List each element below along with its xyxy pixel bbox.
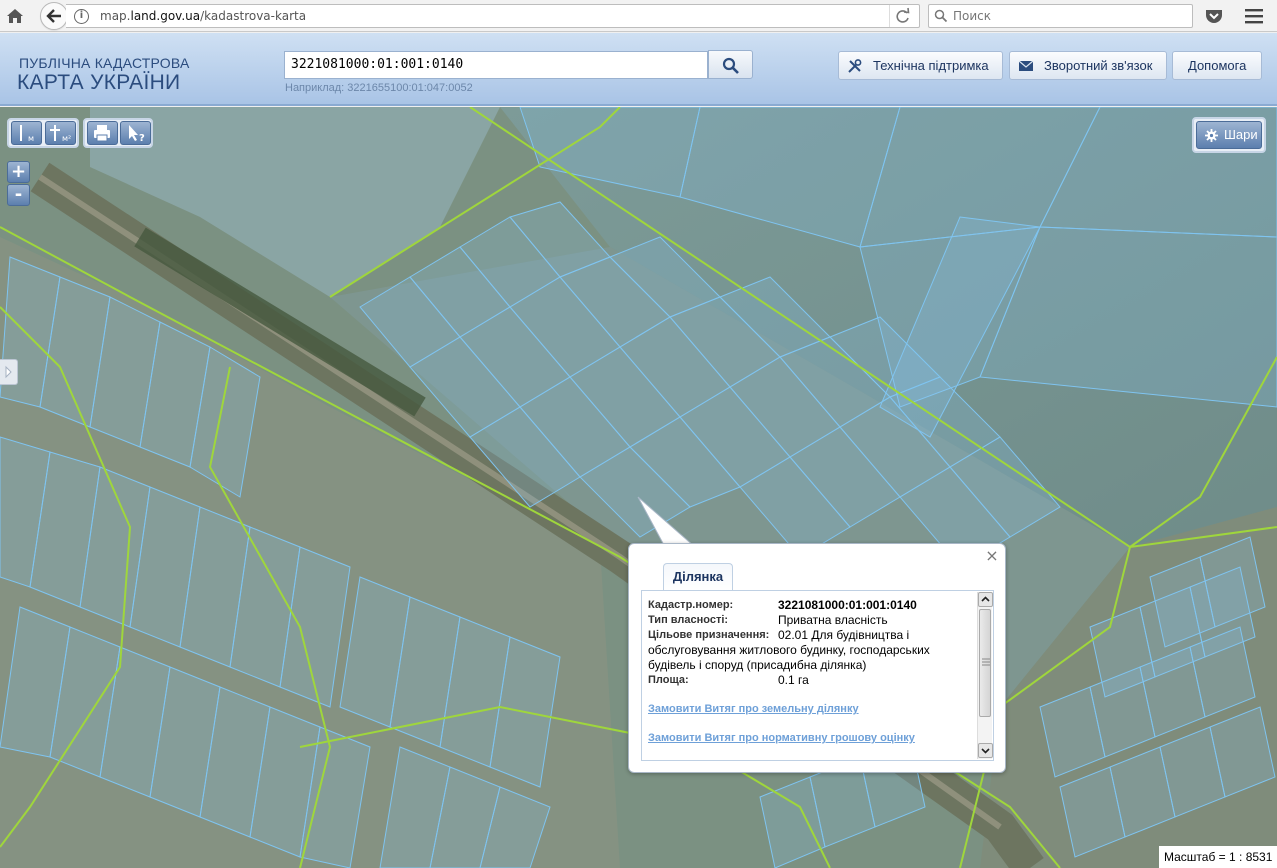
svg-text:?: ? — [139, 133, 145, 144]
layers-button[interactable]: Шари — [1192, 117, 1266, 153]
purpose-value-line1: 02.01 Для будівництва і — [778, 628, 910, 642]
logo-title-line2[interactable]: КАРТА УКРАЇНИ — [17, 71, 180, 95]
svg-text:м²: м² — [62, 134, 71, 143]
purpose-label: Цільове призначення: — [648, 629, 770, 641]
order-valuation-extract-link[interactable]: Замовити Витяг про нормативну грошову оц… — [648, 732, 915, 744]
menu-icon[interactable] — [1243, 6, 1265, 26]
scroll-up-button[interactable] — [978, 592, 993, 607]
ownership-type-label: Тип власності: — [648, 614, 729, 626]
purpose-value-line2: обслуговування житлового будинку, господ… — [648, 643, 930, 657]
svg-text:м: м — [28, 134, 34, 143]
identify-icon[interactable]: ? — [120, 121, 151, 145]
url-text: map.land.gov.ua/kadastrova-karta — [100, 9, 307, 23]
parcel-info-popup: × Ділянка Кадастр.номер: 3221081000:01:0… — [628, 543, 1006, 773]
info-icon[interactable]: i — [74, 9, 89, 24]
layers-button-label: Шари — [1224, 127, 1258, 142]
browser-search-input[interactable]: Поиск — [928, 4, 1193, 28]
envelope-icon — [1018, 60, 1034, 71]
search-button[interactable] — [708, 50, 753, 79]
feedback-button-label: Зворотний зв'язок — [1044, 58, 1153, 73]
chevron-up-icon — [981, 596, 990, 602]
parcel-details-panel: Кадастр.номер: 3221081000:01:001:0140 Ти… — [641, 590, 994, 761]
browser-toolbar: i map.land.gov.ua/kadastrova-karta Поиск — [0, 0, 1277, 32]
search-example-hint: Наприклад: 3221655100:01:047:0052 — [285, 82, 473, 94]
help-button[interactable]: Допомога — [1172, 51, 1262, 80]
area-value: 0.1 га — [778, 673, 809, 687]
cadastral-number-label: Кадастр.номер: — [648, 599, 734, 611]
pocket-icon[interactable] — [1203, 5, 1225, 27]
popup-scrollbar[interactable] — [977, 592, 993, 759]
ruler-length-icon[interactable]: м — [11, 121, 42, 145]
feedback-button[interactable]: Зворотний зв'язок — [1009, 51, 1167, 80]
map-canvas[interactable]: м м² ? + - Шари Масштаб = 1 : 8531 × Діл… — [0, 107, 1277, 868]
print-identify-tools: ? — [83, 118, 153, 148]
browser-search-placeholder: Поиск — [953, 9, 992, 23]
scroll-thumb[interactable] — [979, 609, 991, 717]
parcel-details-content: Кадастр.номер: 3221081000:01:001:0140 Ти… — [648, 597, 973, 757]
side-panel-toggle[interactable] — [0, 359, 18, 385]
chevron-right-icon — [5, 365, 12, 379]
area-label: Площа: — [648, 674, 689, 686]
support-button[interactable]: Технічна підтримка — [838, 51, 1003, 80]
home-icon[interactable] — [4, 5, 26, 27]
tab-parcel[interactable]: Ділянка — [663, 563, 733, 591]
chevron-down-icon — [981, 748, 990, 754]
scroll-down-button[interactable] — [978, 743, 993, 758]
zoom-out-button[interactable]: - — [7, 184, 30, 206]
close-icon[interactable]: × — [985, 548, 999, 564]
help-button-label: Допомога — [1188, 58, 1247, 73]
measure-tools: м м² — [7, 118, 79, 148]
reload-icon[interactable] — [889, 5, 915, 27]
gear-icon — [1205, 129, 1218, 142]
ruler-area-icon[interactable]: м² — [45, 121, 76, 145]
tools-icon — [848, 59, 862, 73]
ownership-type-value: Приватна власність — [778, 613, 888, 627]
site-header: ПУБЛІЧНА КАДАСТРОВА КАРТА УКРАЇНИ 322108… — [0, 33, 1277, 106]
search-icon — [934, 9, 948, 23]
order-land-extract-link[interactable]: Замовити Витяг про земельну ділянку — [648, 703, 859, 715]
layers-button-inner[interactable]: Шари — [1196, 121, 1262, 149]
cadastral-search-input[interactable]: 3221081000:01:001:0140 — [284, 51, 708, 79]
print-icon[interactable] — [87, 121, 118, 145]
search-icon — [722, 57, 739, 74]
address-bar[interactable]: i map.land.gov.ua/kadastrova-karta — [66, 4, 920, 28]
back-button[interactable] — [40, 2, 68, 30]
grip-icon — [982, 658, 990, 666]
zoom-in-button[interactable]: + — [7, 161, 30, 183]
support-button-label: Технічна підтримка — [873, 58, 989, 73]
purpose-value-line3: будівель і споруд (присадибна ділянка) — [648, 658, 867, 672]
map-scale: Масштаб = 1 : 8531 — [1159, 846, 1277, 868]
cadastral-number-value: 3221081000:01:001:0140 — [778, 598, 917, 612]
logo-title-line1[interactable]: ПУБЛІЧНА КАДАСТРОВА — [19, 55, 190, 71]
